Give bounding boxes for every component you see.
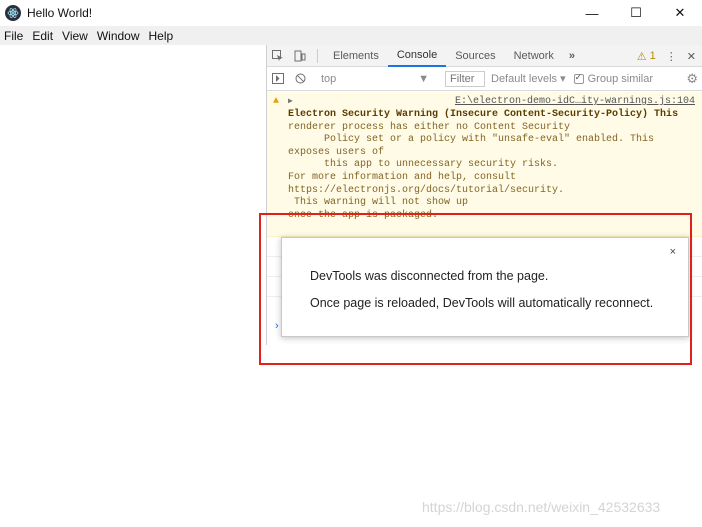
warning-icon: ⚠ xyxy=(636,50,647,63)
electron-app-icon xyxy=(5,5,21,21)
close-devtools-icon[interactable]: ✕ xyxy=(687,50,696,63)
kebab-menu-icon[interactable]: ⋮ xyxy=(666,50,677,63)
warning-source-link[interactable]: E:\electron-demo-idC…ity-warnings.js:104 xyxy=(455,96,695,109)
console-filter-bar: top ▼ Default levels ▾ Group similar ⚙ xyxy=(267,67,702,91)
menu-file[interactable]: File xyxy=(0,29,28,43)
tab-elements[interactable]: Elements xyxy=(324,45,388,67)
context-value: top xyxy=(321,72,337,85)
watermark-text: https://blog.csdn.net/weixin_42532633 xyxy=(422,499,661,515)
sidebar-toggle-icon[interactable] xyxy=(267,73,289,84)
tab-network[interactable]: Network xyxy=(505,45,563,67)
title-bar: Hello World! — ☐ ✕ xyxy=(0,0,702,26)
menu-window[interactable]: Window xyxy=(93,29,145,43)
inspect-element-icon[interactable] xyxy=(267,49,289,62)
group-similar-label: Group similar xyxy=(587,72,654,85)
warning-line: this app to unnecessary security risks. xyxy=(288,159,559,171)
warning-line: renderer process has either no Content S… xyxy=(288,121,571,133)
warning-triangle-icon: ▲ xyxy=(273,96,280,107)
close-button[interactable]: ✕ xyxy=(658,0,702,26)
menu-bar: File Edit View Window Help xyxy=(0,26,702,45)
warning-count: 1 xyxy=(649,50,656,62)
toolbar-right: ⚠ 1 ⋮ ✕ xyxy=(637,45,696,67)
menu-view[interactable]: View xyxy=(58,29,93,43)
maximize-button[interactable]: ☐ xyxy=(614,0,658,26)
group-similar-checkbox[interactable] xyxy=(573,72,584,84)
highlight-annotation-box xyxy=(259,213,692,365)
tab-sources[interactable]: Sources xyxy=(446,45,504,67)
more-tabs-button[interactable]: » xyxy=(563,50,581,62)
device-toolbar-icon[interactable] xyxy=(289,50,311,62)
dropdown-arrow-icon: ▼ xyxy=(418,72,429,85)
group-similar-toggle[interactable]: Group similar xyxy=(573,72,654,85)
console-settings-icon[interactable]: ⚙ xyxy=(686,71,698,87)
context-select[interactable]: top ▼ xyxy=(317,71,433,87)
warning-title: Electron Security Warning (Insecure Cont… xyxy=(288,109,679,120)
clear-console-icon[interactable] xyxy=(289,73,311,84)
toolbar-divider xyxy=(317,48,318,63)
minimize-button[interactable]: — xyxy=(570,0,614,26)
menu-edit[interactable]: Edit xyxy=(28,29,58,43)
warning-line: exposes users of xyxy=(288,146,385,158)
window-title: Hello World! xyxy=(27,6,93,20)
warning-line: For more information and help, consult xyxy=(288,171,517,183)
warning-line: Policy set or a policy with "unsafe-eval… xyxy=(288,134,655,146)
menu-help[interactable]: Help xyxy=(145,29,179,43)
log-levels-dropdown[interactable]: Default levels ▾ xyxy=(491,72,566,85)
expand-arrow-icon[interactable]: ▶ xyxy=(288,96,293,109)
devtools-toolbar: Elements Console Sources Network » ⚠ 1 ⋮… xyxy=(267,45,702,67)
console-filter-input[interactable] xyxy=(445,70,485,87)
warning-line: https://electronjs.org/docs/tutorial/sec… xyxy=(288,184,565,196)
warning-line: This warning will not show up xyxy=(288,197,469,209)
warning-counter[interactable]: ⚠ 1 xyxy=(637,50,656,63)
window-controls: — ☐ ✕ xyxy=(570,0,702,26)
tab-console[interactable]: Console xyxy=(387,45,447,67)
